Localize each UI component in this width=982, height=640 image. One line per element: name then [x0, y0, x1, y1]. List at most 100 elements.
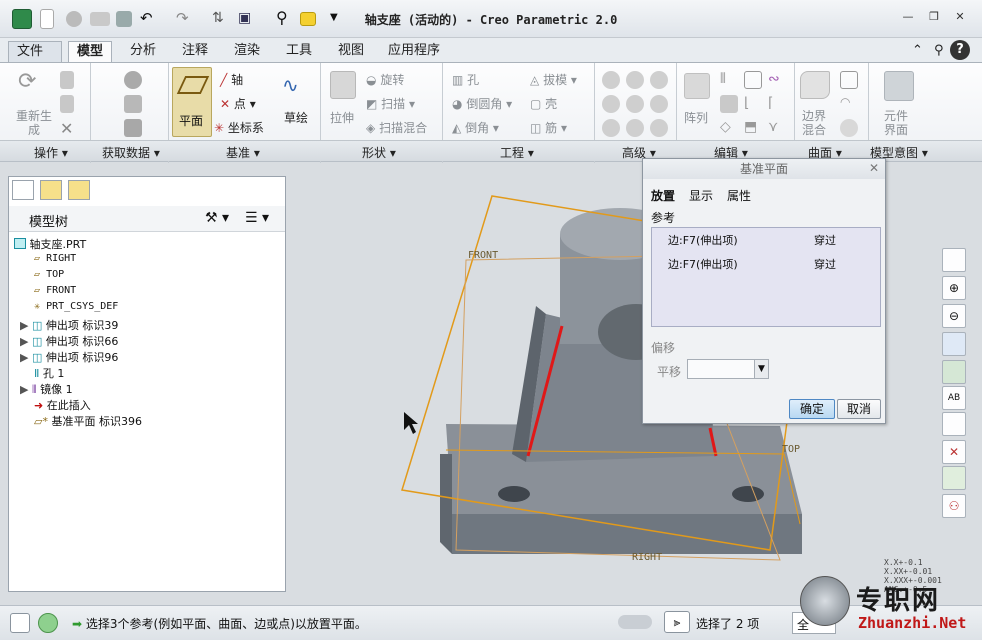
style-icon[interactable]	[840, 119, 858, 137]
dialog-close-icon[interactable]: ✕	[869, 161, 879, 175]
round-button[interactable]: ◕ 倒圆角 ▾	[452, 95, 512, 112]
sketch-icon[interactable]: ∿	[282, 73, 312, 97]
tree-item-part[interactable]: 轴支座.PRT	[14, 236, 86, 252]
draft-button[interactable]: ◬ 拔模 ▾	[530, 71, 577, 88]
delete-icon[interactable]: ✕	[60, 119, 78, 138]
status-tree-icon[interactable]	[10, 613, 30, 633]
group-datum[interactable]: 基准 ▾	[226, 144, 260, 161]
boundary-blend-label[interactable]: 边界混合	[802, 109, 830, 137]
tab-tools[interactable]: 工具	[278, 41, 320, 62]
pattern-label[interactable]: 阵列	[684, 109, 708, 126]
offset-icon[interactable]: ⌈	[768, 95, 786, 113]
rib-button[interactable]: ◫ 筋 ▾	[530, 119, 567, 136]
regenerate-label[interactable]: 重新生成	[14, 109, 54, 137]
restore-icon[interactable]: ❐	[926, 10, 942, 24]
tree-filter-icon[interactable]: ☰ ▾	[245, 210, 269, 226]
merge-icon[interactable]	[744, 71, 762, 89]
favorites-tab-icon[interactable]	[68, 180, 90, 200]
datum-axis-button[interactable]: ╱ 轴	[220, 71, 243, 88]
sketch-edit-icon[interactable]: ∾	[768, 71, 786, 89]
datum-display-icon[interactable]: ✕	[942, 440, 966, 464]
tree-item-top[interactable]: ▱ TOP	[34, 269, 64, 280]
extrude-label[interactable]: 拉伸	[330, 109, 354, 126]
group-operations[interactable]: 操作 ▾	[34, 144, 68, 161]
shell-button[interactable]: ▢ 壳	[530, 95, 557, 112]
datum-csys-button[interactable]: ✳ 坐标系	[214, 119, 264, 136]
tree-item-new-plane[interactable]: ▱* 基准平面 标识396	[34, 413, 142, 429]
tab-analysis[interactable]: 分析	[122, 41, 164, 62]
zoom-in-icon[interactable]: ⊕	[942, 276, 966, 300]
tree-item-extrude-39[interactable]: ▶ ◫ 伸出项 标识39	[20, 317, 118, 333]
translation-field[interactable]: ▼	[687, 359, 769, 379]
minimize-icon[interactable]: —	[900, 10, 916, 24]
expand-icon[interactable]: ▶	[20, 351, 28, 364]
close-icon[interactable]: ✕	[952, 10, 968, 24]
advanced-icon-2[interactable]	[626, 71, 644, 89]
display-style-icon[interactable]	[942, 360, 966, 384]
reference-row-2[interactable]: 边:F7(伸出项) 穿过	[668, 256, 878, 272]
tab-properties[interactable]: 属性	[727, 187, 751, 204]
copy-geometry-icon[interactable]	[124, 95, 142, 113]
advanced-icon-9[interactable]	[650, 119, 668, 137]
status-browser-icon[interactable]	[38, 613, 58, 633]
advanced-icon-4[interactable]	[602, 95, 620, 113]
saved-orientations-icon[interactable]: AB	[942, 386, 966, 410]
advanced-icon-1[interactable]	[602, 71, 620, 89]
tree-item-csys[interactable]: ✳ PRT_CSYS_DEF	[34, 301, 118, 312]
tab-render[interactable]: 渲染	[226, 41, 268, 62]
tree-settings-icon[interactable]: ⚒ ▾	[205, 210, 229, 226]
group-shape[interactable]: 形状 ▾	[362, 144, 396, 161]
cancel-button[interactable]: 取消	[837, 399, 881, 419]
selection-filter-icon[interactable]: ⫸	[664, 611, 690, 633]
search-icon[interactable]: ⚲	[926, 41, 952, 62]
mirror-icon[interactable]: ⫴	[720, 71, 738, 89]
swept-blend-button[interactable]: ◈ 扫描混合	[366, 119, 427, 136]
tree-item-front[interactable]: ▱ FRONT	[34, 285, 76, 296]
tree-item-right[interactable]: ▱ RIGHT	[34, 253, 76, 264]
revolve-button[interactable]: ◒ 旋转	[366, 71, 404, 88]
component-interface-icon[interactable]	[884, 71, 914, 101]
paste-icon[interactable]	[60, 95, 74, 113]
thicken-icon[interactable]: ◇	[720, 119, 738, 137]
tab-model[interactable]: 模型	[68, 41, 113, 62]
fill-icon[interactable]	[840, 71, 858, 89]
group-get-data[interactable]: 获取数据 ▾	[102, 144, 160, 161]
hole-button[interactable]: ▥ 孔	[452, 71, 479, 88]
references-list[interactable]: 边:F7(伸出项) 穿过 边:F7(伸出项) 穿过	[651, 227, 881, 327]
group-engineering[interactable]: 工程 ▾	[500, 144, 534, 161]
boundary-blend-icon[interactable]	[800, 71, 830, 99]
tab-display[interactable]: 显示	[689, 187, 713, 204]
tree-item-extrude-66[interactable]: ▶ ◫ 伸出项 标识66	[20, 333, 118, 349]
ok-button[interactable]: 确定	[789, 399, 835, 419]
repaint-icon[interactable]	[942, 332, 966, 356]
tab-annotate[interactable]: 注释	[174, 41, 216, 62]
copy-icon[interactable]	[60, 71, 74, 89]
user-defined-feature-icon[interactable]	[124, 71, 142, 89]
expand-icon[interactable]: ▶	[20, 335, 28, 348]
status-filter-toggle-icon[interactable]	[618, 615, 652, 629]
intersect-icon[interactable]: ⬒	[744, 119, 762, 137]
folder-browser-tab-icon[interactable]	[40, 180, 62, 200]
shrinkwrap-icon[interactable]	[124, 119, 142, 137]
tree-item-insert-here[interactable]: ➜ 在此插入	[34, 397, 91, 413]
freestyle-icon[interactable]: ◠	[840, 95, 858, 113]
extend-icon[interactable]: ⌊	[744, 95, 762, 113]
tab-applications[interactable]: 应用程序	[380, 41, 448, 62]
annotation-display-icon[interactable]	[942, 466, 966, 490]
help-icon[interactable]: ?	[950, 40, 970, 60]
reference-row-1[interactable]: 边:F7(伸出项) 穿过	[668, 232, 878, 248]
zoom-out-icon[interactable]: ⊖	[942, 304, 966, 328]
project-icon[interactable]: ⋎	[768, 119, 786, 137]
refit-icon[interactable]	[942, 248, 966, 272]
sketch-label[interactable]: 草绘	[284, 109, 308, 126]
tab-file[interactable]: 文件	[8, 41, 62, 62]
datum-point-button[interactable]: ✕ 点 ▾	[220, 95, 256, 112]
datum-plane-button[interactable]: 平面	[172, 67, 212, 137]
advanced-icon-7[interactable]	[602, 119, 620, 137]
view-manager-icon[interactable]	[942, 412, 966, 436]
pattern-icon[interactable]	[684, 73, 710, 99]
chamfer-button[interactable]: ◭ 倒角 ▾	[452, 119, 499, 136]
tree-item-hole[interactable]: Ⅱ 孔 1	[34, 365, 64, 381]
regenerate-icon[interactable]: ⟳	[18, 69, 46, 95]
advanced-icon-5[interactable]	[626, 95, 644, 113]
